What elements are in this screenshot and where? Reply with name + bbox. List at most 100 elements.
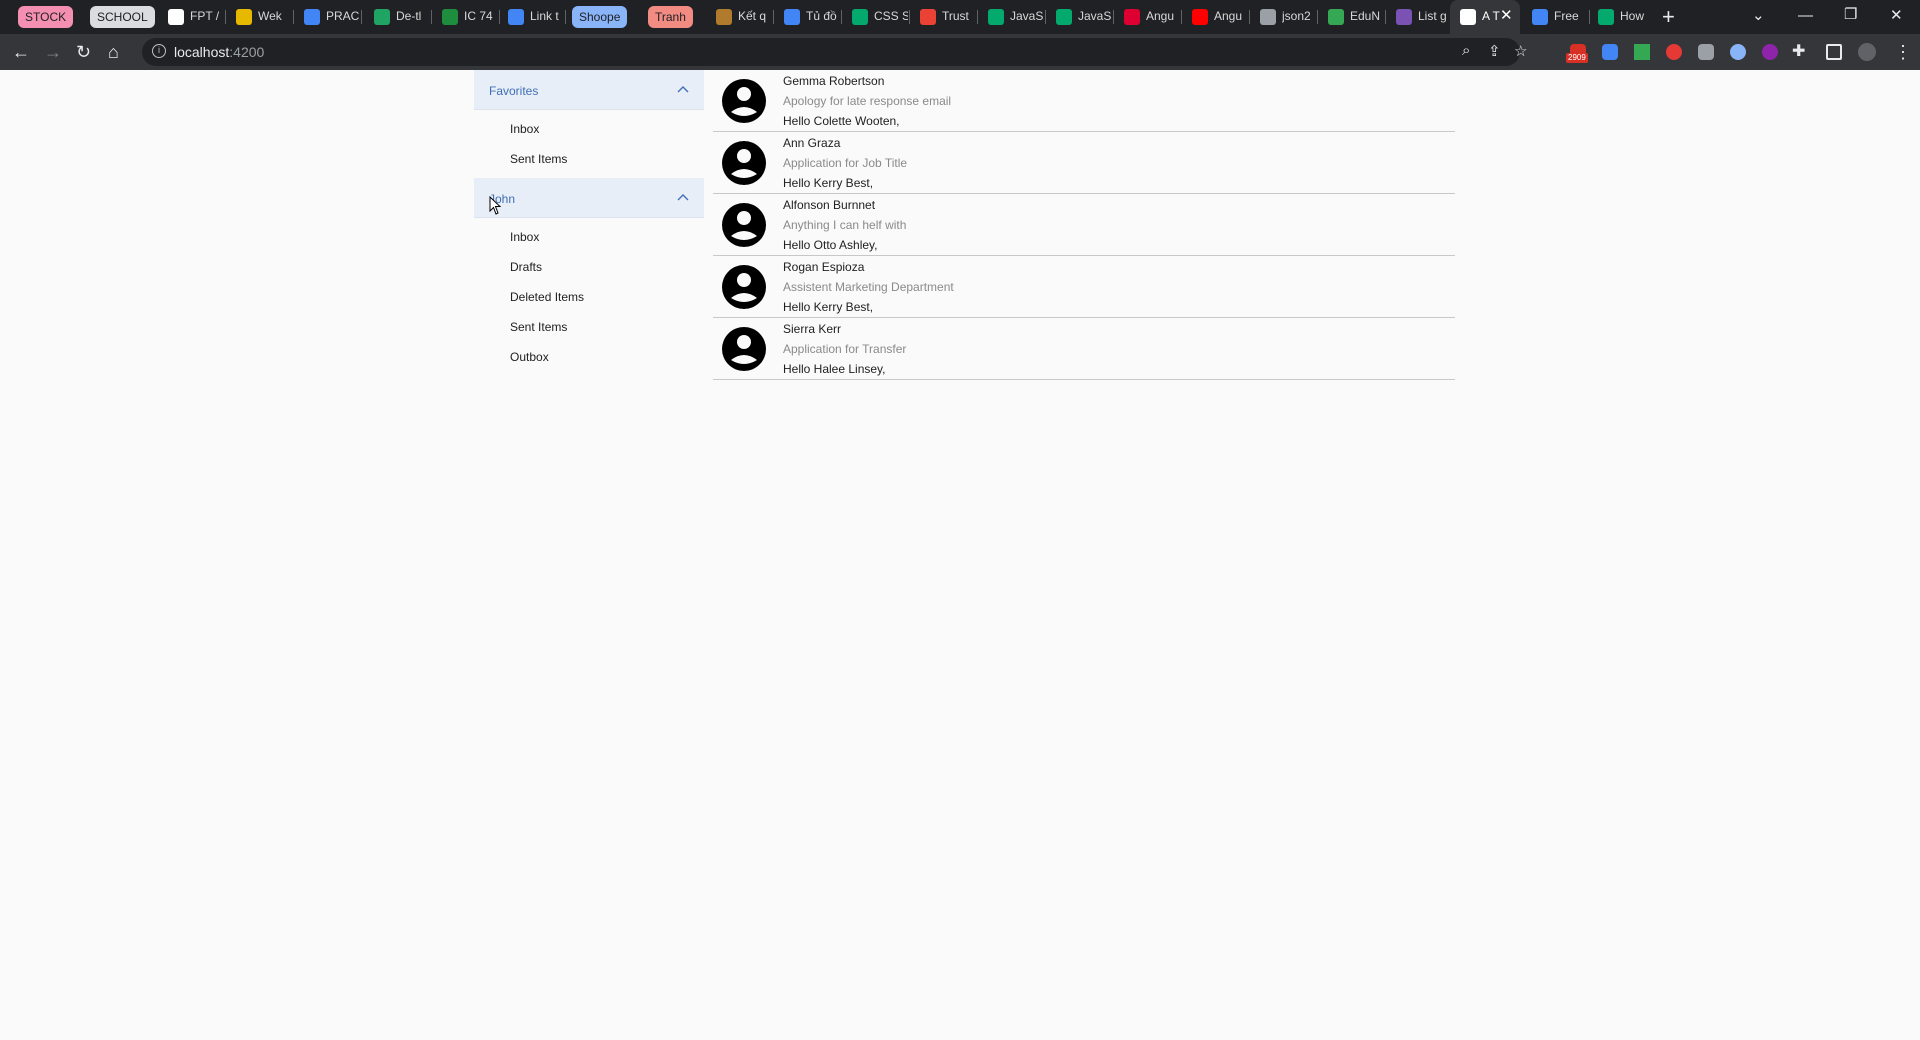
folder-item-deleted-items[interactable]: Deleted Items [474,282,704,312]
browser-tab[interactable]: EduN [1318,0,1386,34]
w3-icon [852,9,868,25]
mail-preview: Hello Kerry Best, [783,176,874,190]
address-bar[interactable]: i localhost:4200 ⌕ ⇪ ☆ [142,38,1527,66]
tab-title: Angu [1214,9,1243,23]
bookmark-star-icon[interactable]: ☆ [1514,42,1527,60]
home-button[interactable]: ⌂ [108,41,119,63]
mail-list-item[interactable]: Ann Graza Application for Job Title Hell… [713,132,1455,194]
reload-button[interactable]: ↻ [76,41,91,63]
mail-subject: Application for Transfer [783,342,907,356]
tab-title: CSS S [874,9,908,23]
classroom-icon [442,9,458,25]
screenshot-extension-icon[interactable] [1698,44,1714,60]
extension-badge: 2909 [1566,53,1588,63]
tab-separator [361,10,362,24]
folder-item-sent-items[interactable]: Sent Items [474,312,704,342]
tab-group-label[interactable]: SCHOOL [90,6,155,28]
browser-tab[interactable]: List g [1386,0,1454,34]
w3-icon [988,9,1004,25]
back-button[interactable]: ← [12,41,30,63]
side-panel-icon[interactable] [1826,44,1842,60]
lens-extension-icon[interactable] [1730,44,1746,60]
account-circle-icon [722,203,766,247]
purple-extension-icon[interactable] [1762,44,1778,60]
zoom-icon[interactable]: ⌕ [1462,42,1470,59]
mail-subject: Application for Job Title [783,156,908,170]
folder-item-outbox[interactable]: Outbox [474,342,704,372]
mouse-cursor-icon [489,196,502,215]
account-circle-icon [722,327,766,371]
folder-item-label: Drafts [510,260,543,274]
drive-extension-icon[interactable] [1634,44,1650,60]
browser-tab[interactable]: Trust [910,0,978,34]
app-page: Favorites Inbox Sent Items John Inbox Dr… [0,70,1920,1040]
url-text[interactable]: localhost:4200 [174,44,264,60]
chevron-up-icon[interactable] [676,82,690,96]
browser-tab[interactable]: Free [1522,0,1590,34]
mail-sender: Sierra Kerr [783,322,842,336]
browser-tab[interactable]: Kết q [706,0,774,34]
mail-list-item[interactable]: Sierra Kerr Application for Transfer Hel… [713,318,1455,380]
fpt-icon [168,9,184,25]
mail-list-item[interactable]: Alfonson Burnnet Anything I can helf wit… [713,194,1455,256]
browser-tab[interactable]: Tủ đồ [774,0,842,34]
browser-tab[interactable]: PRAC [294,0,362,34]
slides-icon [304,9,320,25]
minimize-button[interactable]: — [1798,6,1813,26]
close-window-button[interactable]: ✕ [1890,6,1903,26]
browser-tab[interactable]: De-tl [364,0,432,34]
chevron-up-icon[interactable] [676,190,690,204]
browser-tab[interactable]: JavaS [978,0,1046,34]
close-tab-icon[interactable]: ✕ [1500,7,1513,25]
box-icon [716,9,732,25]
folder-item-inbox[interactable]: Inbox [474,114,704,144]
folder-item-sent-items[interactable]: Sent Items [474,144,704,174]
folder-item-inbox[interactable]: Inbox [474,222,704,252]
forward-button[interactable]: → [44,41,62,63]
account-circle-icon [722,141,766,185]
tab-separator [565,10,566,24]
w3-icon [1056,9,1072,25]
mail-list-item[interactable]: Gemma Robertson Apology for late respons… [713,70,1455,132]
tab-title: Trust [942,9,969,23]
site-info-icon[interactable]: i [152,44,166,58]
mail-subject: Assistent Marketing Department [783,280,954,294]
tabs-container: STOCK SCHOOL Shoope Tranh FPT / Wek PRAC De-tl I… [0,0,1650,34]
tab-group-label[interactable]: Tranh [648,6,693,28]
tab-title: List g [1418,9,1447,23]
menu-kebab-icon[interactable]: ⋮ [1894,41,1912,63]
folder-item-label: Deleted Items [510,290,585,304]
mail-list-item[interactable]: Rogan Espioza Assistent Marketing Depart… [713,256,1455,318]
browser-tab[interactable]: CSS S [842,0,910,34]
browser-tab[interactable]: FPT / [158,0,226,34]
translate-extension-icon[interactable] [1602,44,1618,60]
tab-title: FPT / [190,9,220,23]
browser-tab[interactable]: IC 74 [432,0,500,34]
browser-tab[interactable]: Link t [498,0,566,34]
nav-header-john[interactable]: John [474,178,704,218]
drive-icon [374,9,390,25]
extensions-puzzle-icon[interactable]: ✚ [1792,41,1805,63]
browser-tab[interactable]: json2 [1250,0,1318,34]
account-circle-icon [722,265,766,309]
weka-icon [236,9,252,25]
profile-avatar[interactable] [1858,43,1876,61]
nav-header-label: Favorites [489,84,539,98]
folder-item-drafts[interactable]: Drafts [474,252,704,282]
restore-button[interactable]: ❐ [1844,5,1857,25]
tab-group-label[interactable]: STOCK [18,6,74,28]
share-icon[interactable]: ⇪ [1488,42,1501,60]
browser-tab[interactable]: Angu [1182,0,1250,34]
tab-search-icon[interactable]: ⌄ [1752,6,1765,26]
browser-tab[interactable]: A T ✕ [1450,0,1520,34]
browser-tab[interactable]: Angu [1114,0,1182,34]
adblock-extension-icon[interactable] [1666,44,1682,60]
browser-tab[interactable]: Wek [226,0,294,34]
new-tab-button[interactable]: + [1662,4,1675,30]
tab-group-label[interactable]: Shoope [572,6,628,28]
mail-sender: Rogan Espioza [783,260,865,274]
browser-tab[interactable]: How [1588,0,1650,34]
browser-tab[interactable]: JavaS [1046,0,1114,34]
nav-header-favorites[interactable]: Favorites [474,70,704,110]
mail-preview: Hello Kerry Best, [783,300,874,314]
